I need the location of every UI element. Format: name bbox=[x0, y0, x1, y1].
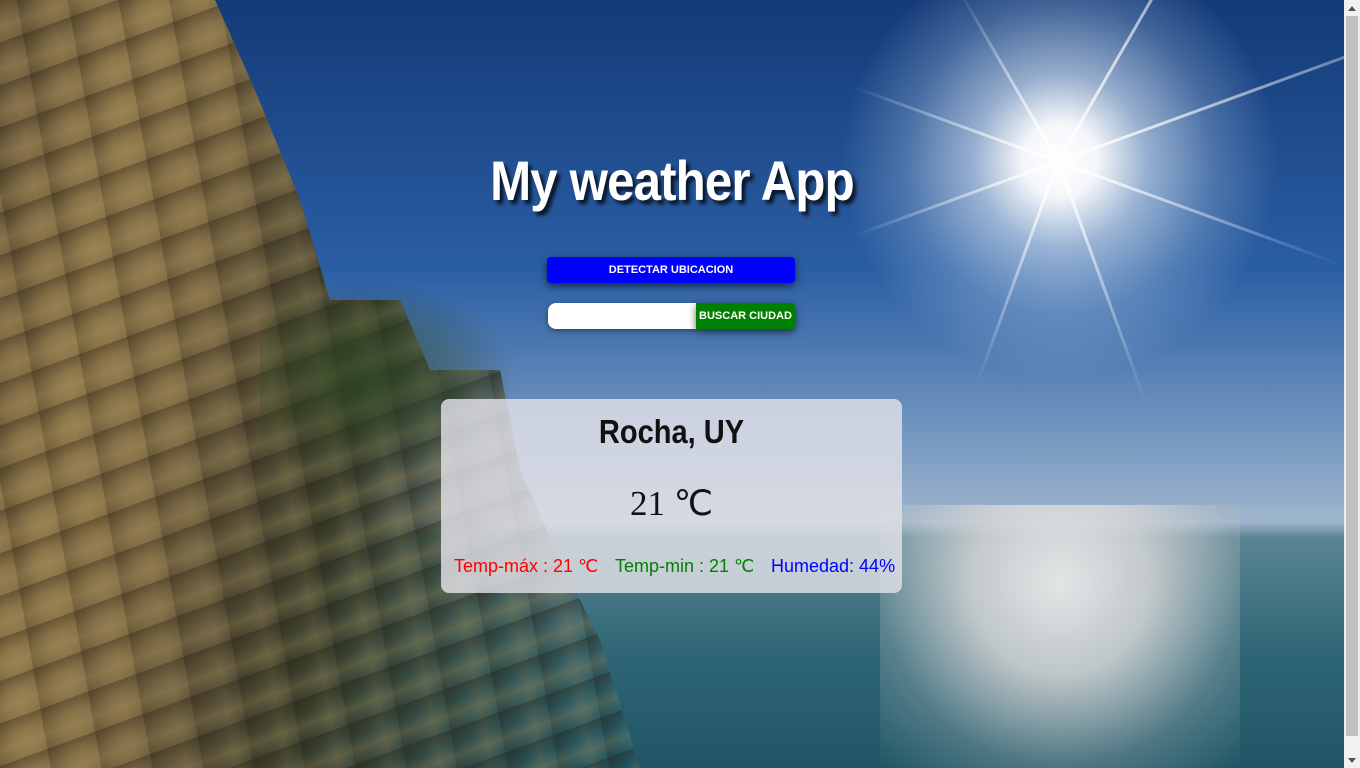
scroll-up-arrow-icon[interactable] bbox=[1344, 0, 1360, 16]
detect-location-button[interactable]: DETECTAR UBICACION bbox=[547, 257, 795, 283]
current-temperature: 21 ℃ bbox=[629, 484, 714, 523]
weather-stats: Temp-máx : 21 ℃ Temp-min : 21 ℃ Humedad:… bbox=[441, 556, 902, 580]
vertical-scrollbar[interactable] bbox=[1344, 0, 1360, 768]
scrollbar-thumb[interactable] bbox=[1346, 16, 1358, 736]
humidity: Humedad: 44% bbox=[771, 556, 896, 576]
temp-min: Temp-min : 21 ℃ bbox=[615, 556, 755, 576]
app-title: My weather App bbox=[490, 149, 855, 212]
scroll-down-arrow-icon[interactable] bbox=[1344, 752, 1360, 768]
temp-max: Temp-máx : 21 ℃ bbox=[454, 556, 599, 576]
city-search-input[interactable] bbox=[548, 303, 696, 329]
city-name: Rocha, UY bbox=[598, 413, 745, 450]
search-city-button[interactable]: BUSCAR CIUDAD bbox=[696, 303, 795, 329]
weather-app-page: My weather App DETECTAR UBICACION BUSCAR… bbox=[0, 0, 1360, 768]
weather-card: Rocha, UY 21 ℃ Temp-máx : 21 ℃ Temp-min … bbox=[441, 399, 902, 593]
sea-glare bbox=[880, 505, 1240, 768]
